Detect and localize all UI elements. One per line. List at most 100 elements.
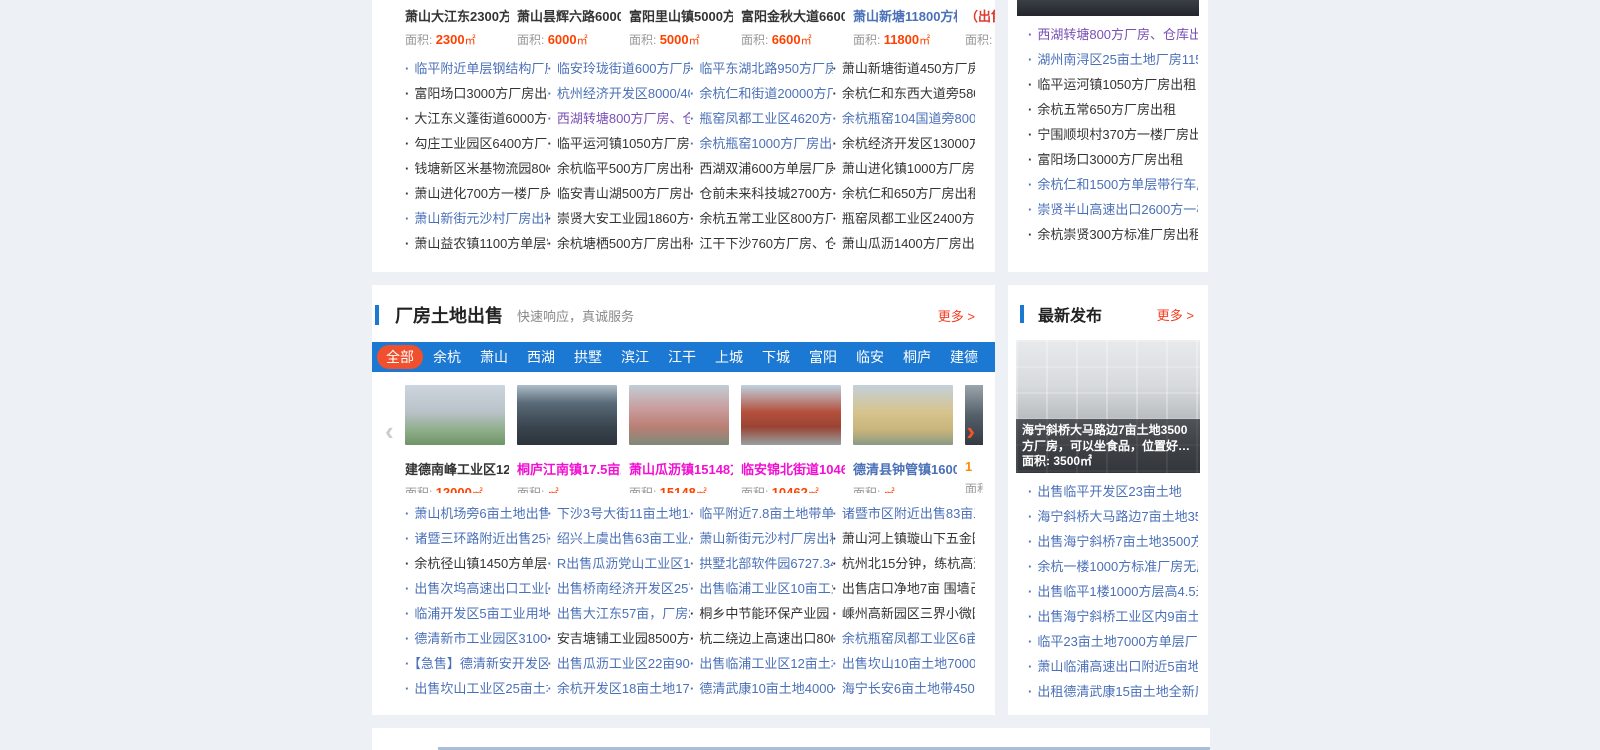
sidebar-rent-link[interactable]: 湖州南浔区25亩土地厂房11500方... <box>1028 52 1198 67</box>
rent-link[interactable]: 杭州经济开发区8000/4000... <box>548 86 691 101</box>
rent-link[interactable]: 余杭五常工业区800方厂房... <box>690 211 833 226</box>
rent-link[interactable]: 仓前未来科技城2700方厂房... <box>690 186 833 201</box>
latest-link[interactable]: 出售临平开发区23亩土地 <box>1028 484 1182 499</box>
carousel-next-icon[interactable]: › <box>966 418 975 444</box>
district-tab[interactable]: 萧山 <box>471 345 517 369</box>
rent-link[interactable]: 余杭临平500方厂房出租 <box>548 161 691 176</box>
listing-card-title[interactable]: 富阳金秋大道6600方... <box>741 6 845 25</box>
district-tab[interactable]: 富阳 <box>800 345 846 369</box>
sale-card-title[interactable]: 德清县钟管镇16000... <box>853 459 957 478</box>
sale-link[interactable]: 临浦开发区5亩工业用地厂房... <box>405 606 548 621</box>
sale-link[interactable]: 杭州北15分钟，练杭高速口... <box>833 556 976 571</box>
sale-link[interactable]: 桐乡中节能环保产业园 独立... <box>690 606 833 621</box>
sale-link[interactable]: 德清武康10亩土地4000平... <box>690 681 833 696</box>
rent-link[interactable]: 勾庄工业园区6400方厂房出租 <box>405 136 548 151</box>
listing-card-title[interactable]: 萧山昙辉六路6000方... <box>517 6 621 25</box>
latest-link[interactable]: 出售海宁斜桥7亩土地3500方厂房 <box>1028 534 1198 549</box>
district-tab[interactable]: 滨江 <box>612 345 658 369</box>
rent-link[interactable]: 瓶窑凤都工业区4620方厂房... <box>690 111 833 126</box>
sale-link[interactable]: 下沙3号大街11亩土地1200... <box>548 506 691 521</box>
sale-card[interactable]: 萧山瓜沥镇15148方... 面积: 15148㎡ <box>629 385 733 493</box>
district-tab[interactable]: 桐庐 <box>894 345 940 369</box>
sidebar-rent-link[interactable]: 宁围顺坝村370方一楼厂房出租 <box>1028 127 1198 142</box>
sale-card[interactable]: 桐庐江南镇17.5亩工... 面积: ㎡ <box>517 385 621 493</box>
rent-link[interactable]: 余杭经济开发区13000方全... <box>833 136 976 151</box>
sidebar-rent-link[interactable]: 临平运河镇1050方厂房出租 <box>1028 77 1196 92</box>
listing-card-title[interactable]: 萧山大江东2300方厂... <box>405 6 509 25</box>
sale-link[interactable]: 绍兴上虞出售63亩工业用地... <box>548 531 691 546</box>
sale-link[interactable]: 诸暨三环路附近出售25亩工... <box>405 531 548 546</box>
sale-link[interactable]: 诸暨市区附近出售83亩工业... <box>833 506 976 521</box>
rent-link[interactable]: 余杭仁和东西大道旁580方... <box>833 86 976 101</box>
rent-link[interactable]: 富阳场口3000方厂房出租 <box>405 86 548 101</box>
rent-link[interactable]: 临安玲珑街道600方厂房出租 <box>548 61 691 76</box>
district-tab[interactable]: 德清 <box>988 345 995 369</box>
sidebar-rent-link[interactable]: 余杭五常650方厂房出租 <box>1028 102 1176 117</box>
rent-link[interactable]: 萧山瓜沥1400方厂房出租 <box>833 236 976 251</box>
sale-link[interactable]: 临平附近7.8亩土地带单层厂... <box>690 506 833 521</box>
rent-link[interactable]: 萧山进化镇1000方厂房、5... <box>833 161 976 176</box>
sale-more-link[interactable]: 更多 > <box>938 306 975 325</box>
sale-card-title[interactable]: 建德南峰工业区1200... <box>405 459 509 478</box>
latest-link[interactable]: 余杭一楼1000方标准厂房无产业限... <box>1028 559 1198 574</box>
sale-card[interactable]: 临安锦北街道10462... 面积: 10462㎡ <box>741 385 845 493</box>
sale-card[interactable]: 德清县钟管镇16000... 面积: ㎡ <box>853 385 957 493</box>
latest-link[interactable]: 出售临平1楼1000方层高4.5米，76... <box>1028 584 1198 599</box>
sale-link[interactable]: 萧山新街元沙村厂房出租出售 <box>690 531 833 546</box>
latest-link[interactable]: 出租德清武康15亩土地全新厂房135... <box>1028 684 1198 699</box>
rent-link[interactable]: 西湖转塘800方厂房、仓库... <box>548 111 691 126</box>
rent-link[interactable]: 余杭塘栖500方厂房出租 <box>548 236 691 251</box>
latest-link[interactable]: 临平23亩土地7000方单层厂房出售 <box>1028 634 1198 649</box>
rent-link[interactable]: 萧山新塘街道450方厂房出租 <box>833 61 976 76</box>
rent-link[interactable]: 余杭仁和650方厂房出租 <box>833 186 976 201</box>
sale-link[interactable]: 杭二绕边上高速出口800米 ... <box>690 631 833 646</box>
rent-link[interactable]: 余杭瓶窑1000方厂房出租 <box>690 136 833 151</box>
sale-card-title[interactable]: 1 <box>965 459 983 474</box>
latest-link[interactable]: 出售海宁斜桥工业区内9亩土地3600... <box>1028 609 1198 624</box>
sale-link[interactable]: 出售坎山10亩土地7000方 <box>833 656 976 671</box>
rent-link[interactable]: 西湖双浦600方单层厂房出租 <box>690 161 833 176</box>
sale-card[interactable]: 建德南峰工业区1200... 面积: 12000㎡ <box>405 385 509 493</box>
district-tab[interactable]: 余杭 <box>424 345 470 369</box>
sale-link[interactable]: 出售桥南经济开发区25亩工... <box>548 581 691 596</box>
district-tab[interactable]: 全部 <box>377 345 423 369</box>
sale-link[interactable]: 出售临浦工业区12亩土地80... <box>690 656 833 671</box>
district-tab[interactable]: 建德 <box>941 345 987 369</box>
rent-link[interactable]: 临平附近单层钢结构厂房出租 <box>405 61 548 76</box>
sale-link[interactable]: 嵊州高新园区三界小微园厂... <box>833 606 976 621</box>
sale-link[interactable]: 萧山机场旁6亩土地出售 <box>405 506 548 521</box>
sidebar-rent-link[interactable]: 西湖转塘800方厂房、仓库出租 <box>1028 27 1198 42</box>
rent-link[interactable]: 临平运河镇1050方厂房出租 <box>548 136 691 151</box>
rent-link[interactable]: 崇贤大安工业园1860方厂房... <box>548 211 691 226</box>
rent-link[interactable]: 萧山益农镇1100方单层钢架... <box>405 236 548 251</box>
sidebar-rent-link[interactable]: 崇贤半山高速出口2600方一楼厂房... <box>1028 202 1198 217</box>
rent-link[interactable]: 临平东湖北路950方厂房—... <box>690 61 833 76</box>
sidebar-rent-link[interactable]: 富阳场口3000方厂房出租 <box>1028 152 1183 167</box>
rent-link[interactable]: 萧山新街元沙村厂房出租出售 <box>405 211 548 226</box>
sale-link[interactable]: 出售坎山工业区25亩土地20... <box>405 681 548 696</box>
district-tab[interactable]: 临安 <box>847 345 893 369</box>
sale-link[interactable]: 海宁长安6亩土地带4500方... <box>833 681 976 696</box>
rent-link[interactable]: 瓶窑凤都工业区2400方带行... <box>833 211 976 226</box>
sale-link[interactable]: 余杭瓶窑凤都工业区6亩土地... <box>833 631 976 646</box>
sale-link[interactable]: R出售瓜沥党山工业区14亩... <box>548 556 691 571</box>
latest-link[interactable]: 海宁斜桥大马路边7亩土地3500方厂... <box>1028 509 1198 524</box>
latest-link[interactable]: 萧山临浦高速出口附近5亩地5000方... <box>1028 659 1198 674</box>
sale-link[interactable]: 余杭开发区18亩土地17300... <box>548 681 691 696</box>
rent-link[interactable]: 大江东义蓬街道6000方厂房... <box>405 111 548 126</box>
latest-more-link[interactable]: 更多 > <box>1157 305 1194 324</box>
district-tab[interactable]: 拱墅 <box>565 345 611 369</box>
rent-link[interactable]: 萧山进化700方一楼厂房出租 <box>405 186 548 201</box>
sale-link[interactable]: 出售店口净地7亩 围墙己打好 <box>833 581 976 596</box>
carousel-prev-icon[interactable]: ‹ <box>385 418 394 444</box>
sale-link[interactable]: 余杭径山镇1450方单层厂房... <box>405 556 548 571</box>
district-tab[interactable]: 上城 <box>706 345 752 369</box>
sale-link[interactable]: 拱墅北部软件园6727.34方... <box>690 556 833 571</box>
rent-link[interactable]: 钱塘新区米基物流园800方... <box>405 161 548 176</box>
sidebar-rent-link[interactable]: 余杭仁和1500方单层带行车厂房出租 <box>1028 177 1198 192</box>
listing-card-title[interactable]: 富阳里山镇5000方厂... <box>629 6 733 25</box>
sale-link[interactable]: 【急售】德清新安开发区29... <box>405 656 548 671</box>
listing-card-title[interactable]: （出售） <box>965 6 995 25</box>
sale-link[interactable]: 德清新市工业园区31000方... <box>405 631 548 646</box>
district-tab[interactable]: 江干 <box>659 345 705 369</box>
